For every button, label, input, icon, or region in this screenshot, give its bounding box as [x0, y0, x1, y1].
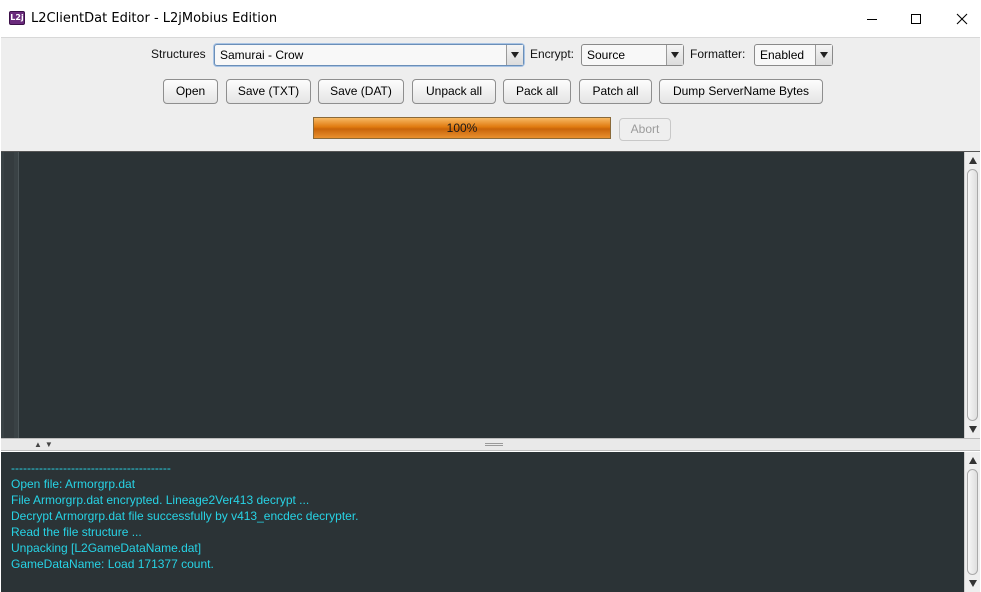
minimize-button[interactable]: [849, 0, 895, 37]
scroll-up-icon[interactable]: [965, 453, 980, 468]
console-line: GameDataName: Load 171377 count.: [11, 557, 214, 571]
title-bar: L2j L2ClientDat Editor - L2jMobius Editi…: [0, 0, 981, 37]
editor-area[interactable]: [1, 151, 980, 438]
editor-scrollbar[interactable]: [964, 152, 980, 438]
close-button[interactable]: [939, 0, 981, 37]
close-icon: [956, 13, 968, 24]
progress-bar: 100%: [313, 117, 611, 139]
encrypt-label: Encrypt:: [530, 47, 575, 61]
structures-value: Samurai - Crow: [220, 48, 304, 62]
scroll-down-icon[interactable]: [965, 576, 980, 591]
scroll-up-icon[interactable]: [965, 153, 980, 168]
console-line: Read the file structure ...: [11, 525, 142, 539]
formatter-label: Formatter:: [690, 47, 746, 61]
save-dat-button[interactable]: Save (DAT): [318, 79, 404, 104]
app-icon: L2j: [9, 11, 25, 25]
console-scrollbar[interactable]: [964, 452, 980, 592]
console-line: Open file: Armorgrp.dat: [11, 477, 136, 491]
console-line: Decrypt Armorgrp.dat file successfully b…: [11, 509, 359, 523]
formatter-value: Enabled: [760, 48, 805, 62]
chevron-down-icon[interactable]: [815, 45, 832, 65]
minimize-icon: [867, 18, 877, 20]
encrypt-select[interactable]: Source: [581, 44, 684, 66]
save-txt-button[interactable]: Save (TXT): [226, 79, 311, 104]
structures-select[interactable]: Samurai - Crow: [214, 44, 524, 66]
split-arrows-icon[interactable]: ▲▼: [34, 440, 56, 449]
abort-button[interactable]: Abort: [619, 118, 671, 141]
editor-gutter: [1, 152, 19, 438]
formatter-select[interactable]: Enabled: [754, 44, 833, 66]
console-line: Unpacking [L2GameDataName.dat]: [11, 541, 202, 555]
patch-all-button[interactable]: Patch all: [579, 79, 652, 104]
console-log: ----------------------------------------…: [1, 452, 980, 592]
structures-label: Structures: [151, 47, 206, 61]
scroll-down-icon[interactable]: [965, 422, 980, 437]
console-lines: ----------------------------------------…: [11, 460, 359, 572]
open-button[interactable]: Open: [163, 79, 218, 104]
split-divider[interactable]: ▲▼: [1, 438, 980, 451]
scrollbar-thumb[interactable]: [967, 469, 978, 575]
maximize-button[interactable]: [893, 0, 939, 37]
scrollbar-thumb[interactable]: [967, 169, 978, 421]
encrypt-value: Source: [587, 48, 626, 62]
toolbar-panel: Structures Samurai - Crow Encrypt: Sourc…: [1, 37, 980, 151]
window-title: L2ClientDat Editor - L2jMobius Edition: [31, 11, 278, 26]
pack-all-button[interactable]: Pack all: [503, 79, 571, 104]
maximize-icon: [911, 13, 921, 24]
chevron-down-icon[interactable]: [666, 45, 683, 65]
unpack-all-button[interactable]: Unpack all: [412, 79, 496, 104]
console-line: ----------------------------------------: [11, 461, 171, 475]
split-grip[interactable]: [485, 443, 503, 446]
dump-servername-bytes-button[interactable]: Dump ServerName Bytes: [659, 79, 823, 104]
console-line: File Armorgrp.dat encrypted. Lineage2Ver…: [11, 493, 310, 507]
progress-text: 100%: [446, 121, 478, 135]
chevron-down-icon[interactable]: [506, 45, 523, 65]
